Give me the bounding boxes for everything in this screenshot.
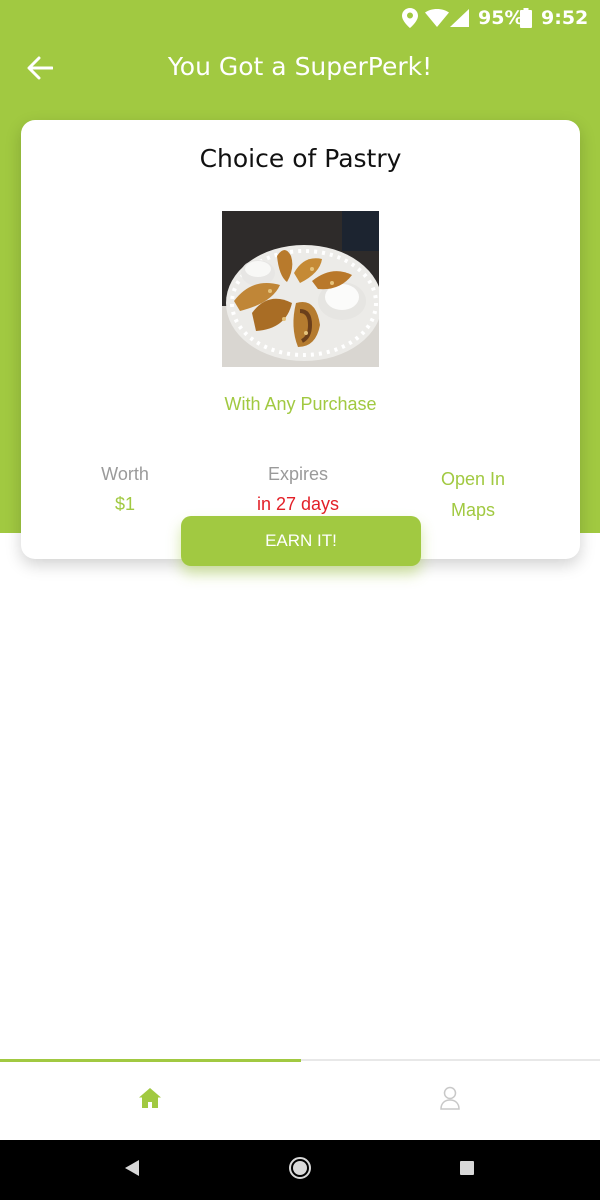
maps-link-line1: Open In xyxy=(440,469,506,489)
home-icon xyxy=(138,1087,162,1114)
open-in-maps-link[interactable]: Open In Maps xyxy=(398,464,548,526)
perk-title: Choice of Pastry xyxy=(199,144,402,173)
user-icon xyxy=(439,1086,461,1115)
system-recents-button[interactable] xyxy=(437,1140,497,1200)
bottom-navigation xyxy=(0,1059,600,1140)
maps-link-line2: Maps xyxy=(450,500,495,520)
perk-condition: With Any Purchase xyxy=(224,394,377,414)
system-navigation-bar xyxy=(0,1140,600,1200)
tab-home[interactable] xyxy=(0,1061,300,1140)
status-bar: 95% 9:52 xyxy=(0,0,600,36)
system-back-button[interactable] xyxy=(102,1140,162,1200)
battery-icon xyxy=(520,8,532,33)
clock: 9:52 xyxy=(541,7,589,29)
battery-percent: 95% xyxy=(478,7,524,29)
perk-card: Choice of Pastry With Any Purchase Worth… xyxy=(21,120,580,559)
recents-square-icon xyxy=(459,1160,475,1181)
back-triangle-icon xyxy=(124,1159,140,1182)
system-home-button[interactable] xyxy=(270,1140,330,1200)
expires-label: Expires xyxy=(267,464,329,484)
worth-info: Worth $1 xyxy=(50,464,200,515)
tab-profile[interactable] xyxy=(300,1061,600,1140)
page-title: You Got a SuperPerk! xyxy=(167,52,433,81)
worth-label: Worth xyxy=(101,464,149,484)
wifi-icon xyxy=(425,9,449,32)
worth-value: $1 xyxy=(114,494,136,514)
signal-icon xyxy=(450,9,469,32)
expires-value: in 27 days xyxy=(256,494,340,514)
app-header: You Got a SuperPerk! xyxy=(0,40,600,100)
location-icon xyxy=(402,8,418,33)
expires-info: Expires in 27 days xyxy=(223,464,373,515)
pastry-photo xyxy=(222,211,379,367)
earn-it-button[interactable]: EARN IT! xyxy=(181,516,421,566)
home-circle-icon xyxy=(288,1156,312,1185)
